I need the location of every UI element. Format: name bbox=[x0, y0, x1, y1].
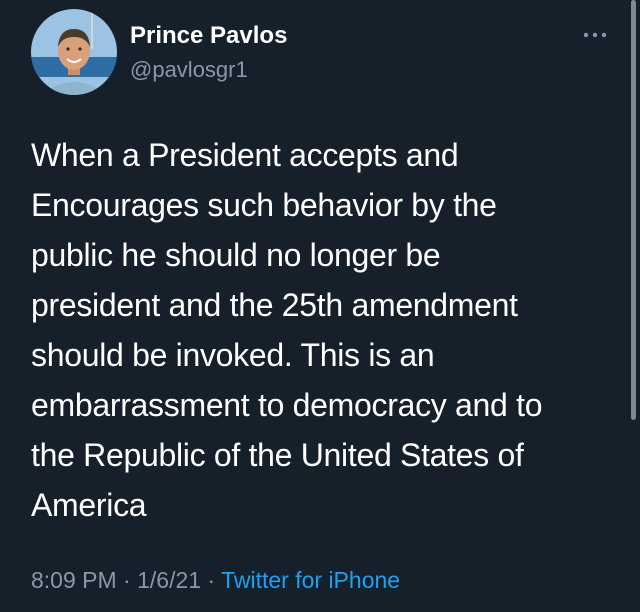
tweet-date[interactable]: 1/6/21 bbox=[137, 567, 201, 593]
tweet-metadata: 8:09 PM · 1/6/21 · Twitter for iPhone bbox=[31, 566, 400, 594]
scrollbar[interactable] bbox=[631, 0, 636, 420]
tweet-card: Prince Pavlos @pavlosgr1 When a Presiden… bbox=[0, 0, 640, 612]
tweet-text: When a President accepts and Encourages … bbox=[31, 137, 543, 523]
more-options-button[interactable] bbox=[578, 24, 612, 46]
avatar-photo-icon bbox=[31, 9, 117, 95]
author-avatar[interactable] bbox=[31, 9, 117, 95]
tweet-time[interactable]: 8:09 PM bbox=[31, 567, 117, 593]
more-horizontal-icon bbox=[583, 32, 607, 38]
author-display-name[interactable]: Prince Pavlos bbox=[130, 22, 287, 50]
meta-separator: · bbox=[201, 567, 222, 593]
author-handle[interactable]: @pavlosgr1 bbox=[130, 57, 248, 83]
meta-separator: · bbox=[116, 567, 138, 593]
tweet-source-link[interactable]: Twitter for iPhone bbox=[221, 567, 400, 593]
